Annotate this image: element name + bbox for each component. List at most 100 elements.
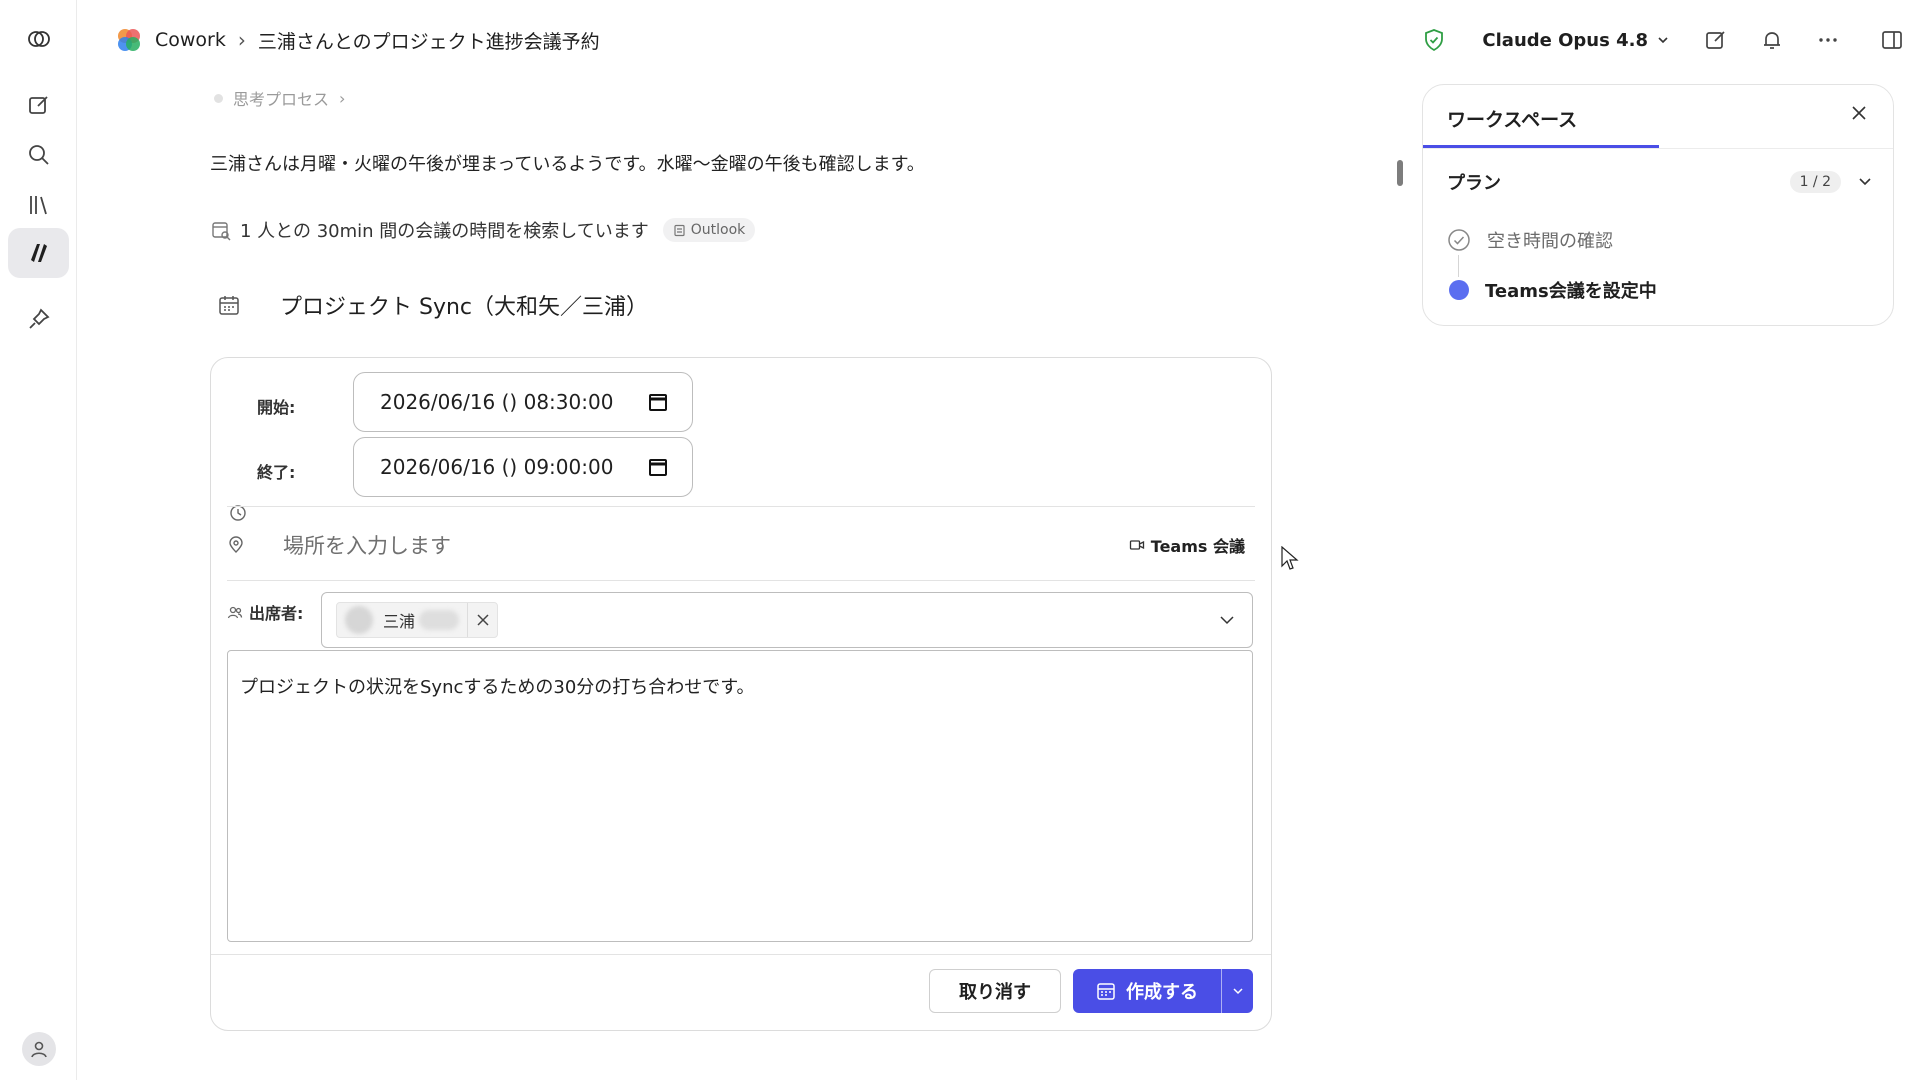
security-status-button[interactable]: [1406, 22, 1462, 58]
workspace-title[interactable]: ワークスペース: [1447, 105, 1577, 132]
attendees-label: 出席者:: [249, 604, 304, 623]
plan-step-label: Teams会議を設定中: [1485, 281, 1657, 302]
assistant-message: 三浦さんは月曜・火曜の午後が埋まっているようです。水曜〜金曜の午後も確認します。: [210, 154, 925, 175]
top-actions: Claude Opus 4.8: [1406, 22, 1920, 58]
cowork-logo-icon: [118, 29, 140, 51]
edit-icon: [1706, 31, 1725, 49]
close-icon: [476, 614, 489, 626]
end-datetime-value: 2026/06/16 () 09:00:00: [380, 455, 614, 479]
source-chip[interactable]: Outlook: [662, 218, 756, 242]
brand-logo-icon: [27, 31, 50, 47]
notifications-button[interactable]: [1744, 22, 1800, 58]
check-circle-icon: [1448, 229, 1470, 251]
workspace-header: ワークスペース: [1423, 85, 1893, 149]
plan-step: 空き時間の確認: [1447, 225, 1613, 255]
toggle-panel-button[interactable]: [1864, 22, 1920, 58]
location-input[interactable]: 場所を入力します: [283, 530, 1129, 560]
calendar-icon: [1097, 983, 1115, 1000]
tool-status-text: 1 人との 30min 間の会議の時間を検索しています: [240, 221, 649, 242]
left-rail: [0, 0, 77, 1080]
chevron-right-icon: ›: [339, 88, 346, 108]
app-name-link[interactable]: Cowork: [155, 29, 226, 51]
plan-step-label: 空き時間の確認: [1487, 231, 1613, 252]
thinking-process-toggle[interactable]: 思考プロセス ›: [214, 86, 345, 110]
edit-icon: [28, 96, 48, 114]
calendar-picker-icon[interactable]: [648, 457, 668, 477]
start-datetime-input[interactable]: 2026/06/16 () 08:30:00: [353, 372, 693, 432]
divider: [227, 580, 1255, 581]
plan-title: プラン: [1447, 173, 1501, 194]
chevron-down-icon[interactable]: [1857, 174, 1873, 190]
create-options-button[interactable]: [1221, 969, 1253, 1013]
mouse-cursor-icon: [1281, 546, 1299, 570]
teams-meeting-label: Teams 会議: [1150, 537, 1245, 556]
document-icon: [674, 224, 685, 236]
cowork-button[interactable]: [8, 228, 69, 278]
end-datetime-input[interactable]: 2026/06/16 () 09:00:00: [353, 437, 693, 497]
chevron-right-icon: ›: [237, 28, 246, 52]
cowork-icon: [30, 244, 47, 262]
attendee-name: 三浦: [383, 612, 416, 631]
plan-progress-badge: 1 / 2: [1789, 171, 1841, 193]
source-chip-label: Outlook: [690, 222, 746, 238]
calendar-picker-icon[interactable]: [648, 392, 668, 412]
chevron-down-icon: [1658, 37, 1668, 44]
attendee-name-group: 三浦: [383, 608, 467, 632]
chevron-down-icon[interactable]: [1218, 611, 1236, 629]
model-name: Claude Opus 4.8: [1482, 29, 1648, 51]
end-label: 終了:: [257, 463, 296, 482]
attendee-avatar: [345, 606, 373, 634]
plan-step: Teams会議を設定中: [1447, 275, 1657, 305]
more-horizontal-icon: [1819, 38, 1837, 42]
calendar-search-icon: [212, 222, 231, 241]
plan-header[interactable]: プラン 1 / 2: [1447, 167, 1873, 197]
attendee-pill[interactable]: 三浦: [336, 602, 499, 638]
breadcrumb: Cowork › 三浦さんとのプロジェクト進捗会議予約: [115, 24, 600, 56]
thinking-dot: [214, 93, 223, 103]
home-logo-button[interactable]: [8, 14, 69, 64]
remove-attendee-button[interactable]: [467, 603, 497, 637]
create-button-label: 作成する: [1126, 982, 1198, 1003]
video-camera-icon: [1129, 540, 1144, 550]
event-title: プロジェクト Sync（大和矢／三浦）: [280, 295, 649, 320]
start-label: 開始:: [257, 398, 296, 417]
location-pin-icon: [229, 536, 243, 553]
cancel-button[interactable]: 取り消す: [929, 969, 1061, 1013]
pinned-button[interactable]: [8, 294, 69, 344]
event-title-row: プロジェクト Sync（大和矢／三浦）: [218, 288, 648, 322]
event-form: 開始: 2026/06/16 () 08:30:00 終了: 2026/06/1…: [210, 357, 1272, 1031]
teams-meeting-toggle[interactable]: Teams 会議: [1129, 533, 1245, 557]
create-button-group: 作成する: [1073, 969, 1253, 1013]
step-connector: [1458, 255, 1459, 277]
attendees-field[interactable]: 三浦: [321, 592, 1253, 648]
description-textarea[interactable]: プロジェクトの状況をSyncするための30分の打ち合わせです。: [227, 650, 1253, 942]
new-chat-button[interactable]: [8, 80, 69, 130]
create-button[interactable]: 作成する: [1073, 969, 1221, 1013]
close-icon[interactable]: [1849, 103, 1869, 123]
person-icon: [31, 1041, 47, 1058]
start-datetime-value: 2026/06/16 () 08:30:00: [380, 390, 614, 414]
more-options-button[interactable]: [1800, 22, 1856, 58]
divider: [227, 506, 1255, 507]
bell-icon: [1764, 32, 1780, 49]
redacted-name: [419, 610, 460, 630]
thinking-label: 思考プロセス: [233, 90, 330, 109]
search-button[interactable]: [8, 130, 69, 180]
library-button[interactable]: [8, 180, 69, 230]
scrollbar-thumb[interactable]: [1397, 160, 1403, 186]
location-row: 場所を入力します Teams 会議: [227, 510, 1255, 580]
tool-status: 1 人との 30min 間の会議の時間を検索しています Outlook: [210, 214, 756, 246]
user-avatar[interactable]: [22, 1032, 56, 1066]
library-icon: [29, 196, 47, 215]
attendees-label-group: 出席者:: [227, 600, 303, 624]
divider: [211, 954, 1271, 955]
pin-icon: [28, 308, 50, 329]
people-icon: [227, 606, 243, 619]
active-tab-indicator: [1423, 145, 1659, 148]
search-icon: [28, 145, 49, 165]
new-chat-top-button[interactable]: [1688, 22, 1744, 58]
calendar-icon: [219, 296, 239, 315]
chevron-down-icon: [1232, 988, 1243, 995]
conversation-title: 三浦さんとのプロジェクト進捗会議予約: [257, 30, 600, 53]
model-selector[interactable]: Claude Opus 4.8: [1482, 30, 1670, 51]
